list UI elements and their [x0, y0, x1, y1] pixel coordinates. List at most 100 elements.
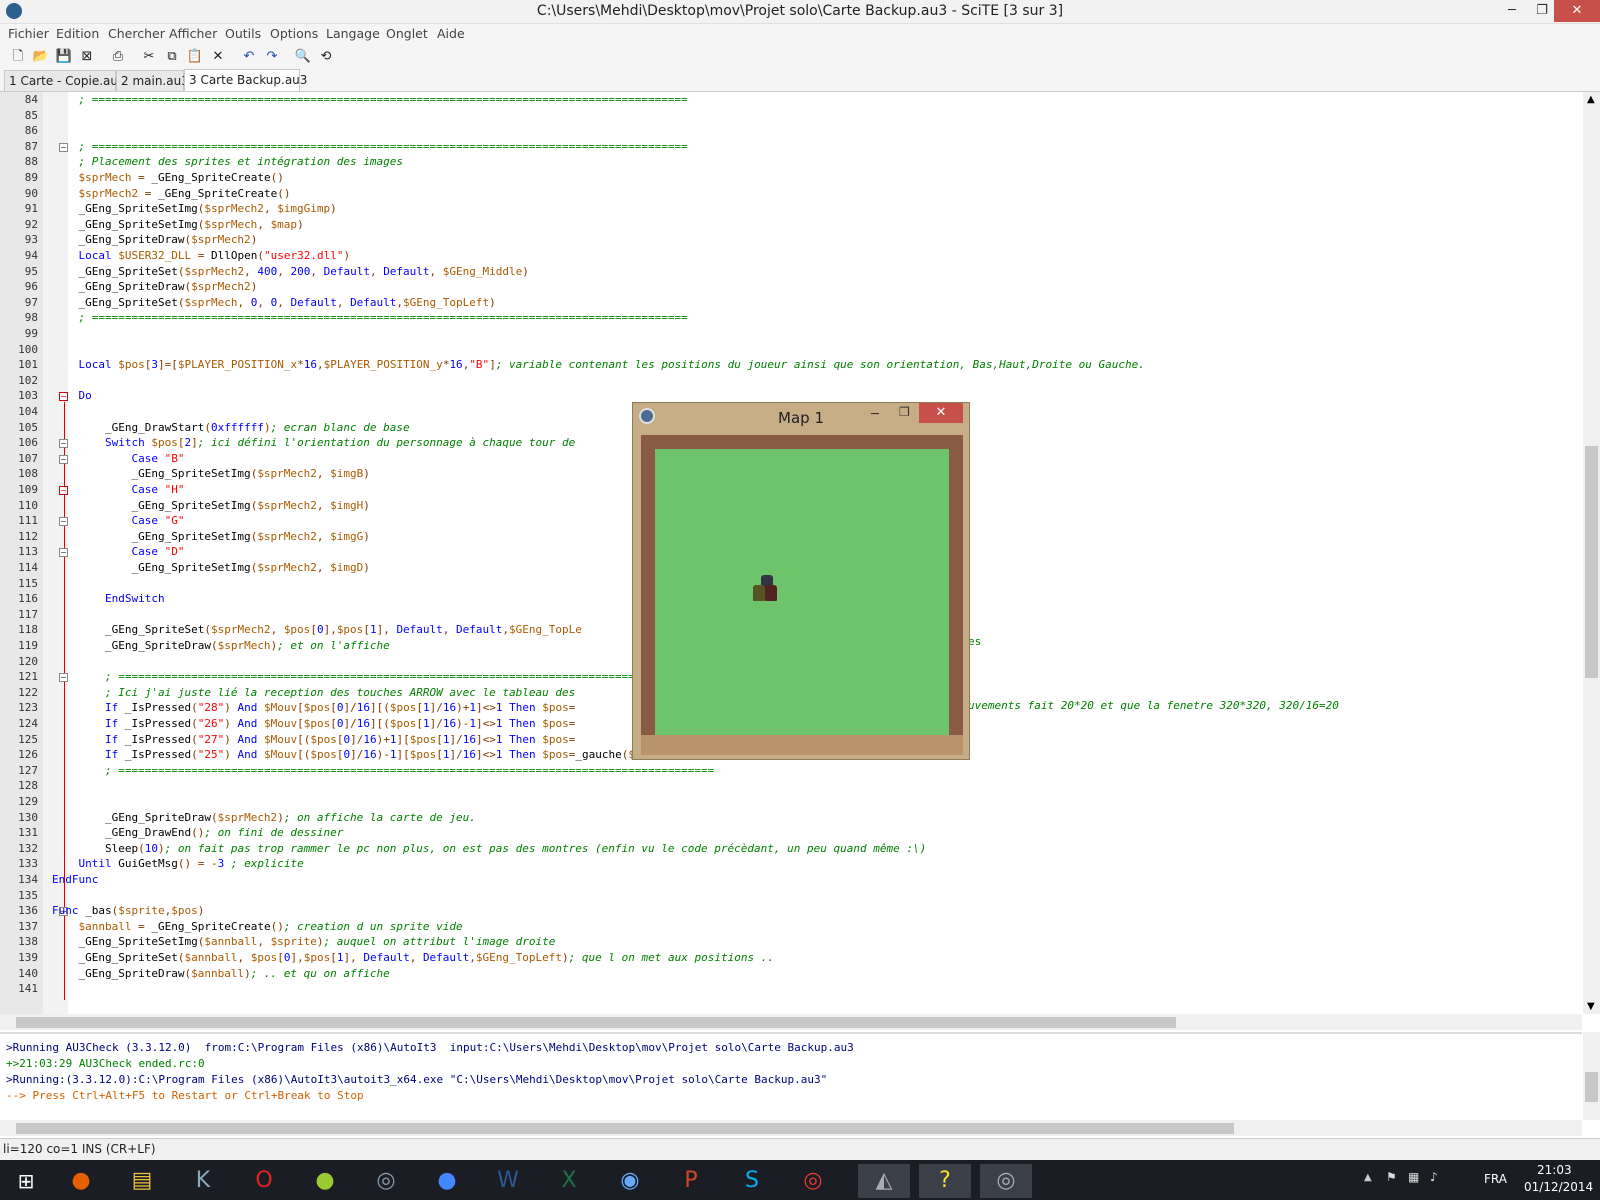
minimize-icon[interactable]: ─ [1497, 0, 1527, 22]
scroll-thumb[interactable] [1585, 446, 1598, 678]
editor-vertical-scrollbar[interactable]: ▲ ▼ [1583, 92, 1600, 1014]
code-line[interactable]: 90 $sprMech2 = _GEng_SpriteCreate() [0, 186, 1582, 202]
code-line[interactable]: 141 [0, 981, 1582, 997]
powerpoint-icon[interactable]: P [665, 1164, 717, 1198]
code-line[interactable]: 131 _GEng_DrawEnd(); on fini de dessiner [0, 825, 1582, 841]
tray-up-icon[interactable]: ▲ [1364, 1172, 1372, 1183]
delete-icon[interactable]: ✕ [209, 48, 227, 66]
tray-flag-icon[interactable]: ⚑ [1386, 1170, 1397, 1184]
maximize-icon[interactable]: ❐ [899, 405, 910, 419]
code-line[interactable]: 101 Local $pos[3]=[$PLAYER_POSITION_x*16… [0, 357, 1582, 373]
scroll-thumb-h[interactable] [16, 1123, 1234, 1134]
gourd-app-icon[interactable]: ● [299, 1164, 351, 1198]
code-line[interactable]: 99 [0, 326, 1582, 342]
code-line[interactable]: 96 _GEng_SpriteDraw($sprMech2) [0, 279, 1582, 295]
maximize-icon[interactable]: ❐ [1527, 0, 1557, 22]
undo-icon[interactable]: ↶ [240, 48, 258, 66]
target-app-icon[interactable]: ◎ [787, 1164, 839, 1198]
clock-time[interactable]: 21:03 [1537, 1163, 1572, 1177]
code-line[interactable]: 130 _GEng_SpriteDraw($sprMech2); on affi… [0, 810, 1582, 826]
file-explorer-icon[interactable]: ▤ [116, 1164, 168, 1198]
code-line[interactable]: 138 _GEng_SpriteSetImg($annball, $sprite… [0, 934, 1582, 950]
tab-main[interactable]: 2 main.au3 [116, 70, 189, 91]
scroll-thumb-h[interactable] [16, 1017, 1176, 1028]
menu-edition[interactable]: Edition [56, 26, 99, 41]
cut-icon[interactable]: ✂ [140, 48, 158, 66]
code-line[interactable]: 93 _GEng_SpriteDraw($sprMech2) [0, 232, 1582, 248]
output-pane[interactable]: >Running AU3Check (3.3.12.0) from:C:\Pro… [0, 1032, 1582, 1120]
input-language[interactable]: FRA [1484, 1172, 1507, 1186]
replace-icon[interactable]: ⟲ [317, 48, 335, 66]
tray-volume-icon[interactable]: ♪ [1430, 1170, 1438, 1184]
autoit-running-icon[interactable]: ◎ [980, 1164, 1032, 1198]
tray-network-icon[interactable]: ▦ [1408, 1170, 1419, 1184]
code-line[interactable]: 87− ; ==================================… [0, 139, 1582, 155]
code-line[interactable]: 128 [0, 778, 1582, 794]
code-line[interactable]: 86 [0, 123, 1582, 139]
scroll-thumb[interactable] [1585, 1072, 1598, 1102]
scroll-up-icon[interactable]: ▲ [1587, 94, 1595, 105]
tab-carte-backup[interactable]: 3 Carte Backup.au3 [184, 69, 307, 91]
opera-icon[interactable]: O [238, 1164, 290, 1198]
copy-icon[interactable]: ⧉ [163, 48, 181, 66]
menu-onglet[interactable]: Onglet [386, 26, 428, 41]
code-line[interactable]: 133 Until GuiGetMsg() = -3 ; explicite [0, 856, 1582, 872]
output-vertical-scrollbar[interactable] [1583, 1032, 1600, 1120]
redo-icon[interactable]: ↷ [263, 48, 281, 66]
excel-icon[interactable]: X [543, 1164, 595, 1198]
tab-carte-copie[interactable]: 1 Carte - Copie.au3 [4, 70, 126, 91]
game-canvas[interactable] [641, 435, 963, 755]
word-icon[interactable]: W [482, 1164, 534, 1198]
firefox-icon[interactable]: ● [55, 1164, 107, 1198]
code-line[interactable]: 89 $sprMech = _GEng_SpriteCreate() [0, 170, 1582, 186]
scite-icon[interactable]: ◭ [858, 1164, 910, 1198]
menu-afficher[interactable]: Afficher [169, 26, 217, 41]
scroll-down-icon[interactable]: ▼ [1587, 1001, 1595, 1012]
minimize-icon[interactable]: ─ [871, 407, 879, 422]
paste-icon[interactable]: 📋 [186, 48, 204, 66]
code-line[interactable]: 136− Func _bas($sprite,$pos) [0, 903, 1582, 919]
code-line[interactable]: 132 Sleep(10); on fait pas trop rammer l… [0, 841, 1582, 857]
code-line[interactable]: 97 _GEng_SpriteSet($sprMech, 0, 0, Defau… [0, 295, 1582, 311]
k-app-icon[interactable]: K [177, 1164, 229, 1198]
code-line[interactable]: 84 ; ===================================… [0, 92, 1582, 108]
close-icon[interactable]: ✕ [1554, 0, 1600, 22]
clock-date[interactable]: 01/12/2014 [1524, 1180, 1593, 1194]
code-line[interactable]: 139 _GEng_SpriteSet($annball, $pos[0],$p… [0, 950, 1582, 966]
print-icon[interactable]: ⎙ [109, 48, 127, 66]
help-icon[interactable]: ? [919, 1164, 971, 1198]
close-file-icon[interactable]: ⊠ [78, 48, 96, 66]
code-line[interactable]: 137 $annball = _GEng_SpriteCreate(); cre… [0, 919, 1582, 935]
code-line[interactable]: 91 _GEng_SpriteSetImg($sprMech2, $imgGim… [0, 201, 1582, 217]
menu-langage[interactable]: Langage [326, 26, 380, 41]
skype-icon[interactable]: S [726, 1164, 778, 1198]
new-icon[interactable]: 🗋 [9, 48, 27, 66]
save-icon[interactable]: 💾 [55, 48, 73, 66]
code-line[interactable]: 102 [0, 373, 1582, 389]
autoit-icon[interactable]: ◎ [360, 1164, 412, 1198]
map-window[interactable]: Map 1 ─ ❐ ✕ [632, 402, 970, 760]
code-line[interactable]: 127 ; ==================================… [0, 763, 1582, 779]
code-line[interactable]: 129 [0, 794, 1582, 810]
code-line[interactable]: 85 [0, 108, 1582, 124]
menu-outils[interactable]: Outils [225, 26, 261, 41]
editor-horizontal-scrollbar[interactable] [0, 1014, 1582, 1030]
windows-start-icon[interactable]: ⊞ [0, 1164, 52, 1198]
code-line[interactable]: 98 ; ===================================… [0, 310, 1582, 326]
code-line[interactable]: 135 [0, 888, 1582, 904]
find-icon[interactable]: 🔍 [294, 48, 312, 66]
globe-app-icon[interactable]: ● [421, 1164, 473, 1198]
code-line[interactable]: 94 Local $USER32_DLL = DllOpen("user32.d… [0, 248, 1582, 264]
code-line[interactable]: 88 ; Placement des sprites et intégratio… [0, 154, 1582, 170]
menu-chercher[interactable]: Chercher [108, 26, 165, 41]
code-line[interactable]: 92 _GEng_SpriteSetImg($sprMech, $map) [0, 217, 1582, 233]
menu-options[interactable]: Options [270, 26, 318, 41]
code-line[interactable]: 100 [0, 342, 1582, 358]
output-horizontal-scrollbar[interactable] [0, 1120, 1582, 1136]
code-line[interactable]: 140 _GEng_SpriteDraw($annball); .. et qu… [0, 966, 1582, 982]
code-line[interactable]: 134 EndFunc [0, 872, 1582, 888]
google-earth-icon[interactable]: ◉ [604, 1164, 656, 1198]
close-icon[interactable]: ✕ [919, 403, 963, 423]
open-icon[interactable]: 📂 [32, 48, 50, 66]
code-line[interactable]: 95 _GEng_SpriteSet($sprMech2, 400, 200, … [0, 264, 1582, 280]
